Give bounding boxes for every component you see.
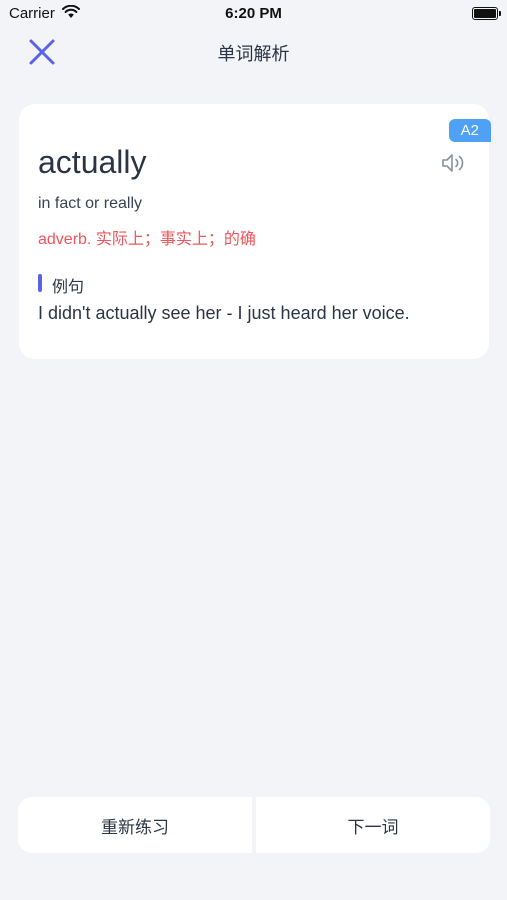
example-sentence: I didn't actually see her - I just heard… [38,303,410,323]
status-time: 6:20 PM [225,5,282,22]
word-card: A2 actually in fact or really adverb. 实际… [19,104,491,359]
battery-icon [472,7,501,20]
chinese-translation: adverb. 实际上；事实上；的确 [38,231,256,248]
speaker-icon [442,154,464,172]
example-label: 例句 [38,273,84,297]
speaker-button[interactable] [441,152,467,174]
english-definition: in fact or really [38,195,143,212]
next-word-button[interactable]: 下一词 [256,797,490,853]
bottom-action-bar: 重新练习 下一词 [18,797,490,853]
retry-button[interactable]: 重新练习 [18,797,252,853]
status-bar: Carrier 6:20 PM [0,0,507,28]
page-title: 单词解析 [217,44,290,64]
nav-bar: 单词解析 [0,28,507,72]
word-title: actually [38,144,147,180]
level-badge: A2 [448,119,491,142]
